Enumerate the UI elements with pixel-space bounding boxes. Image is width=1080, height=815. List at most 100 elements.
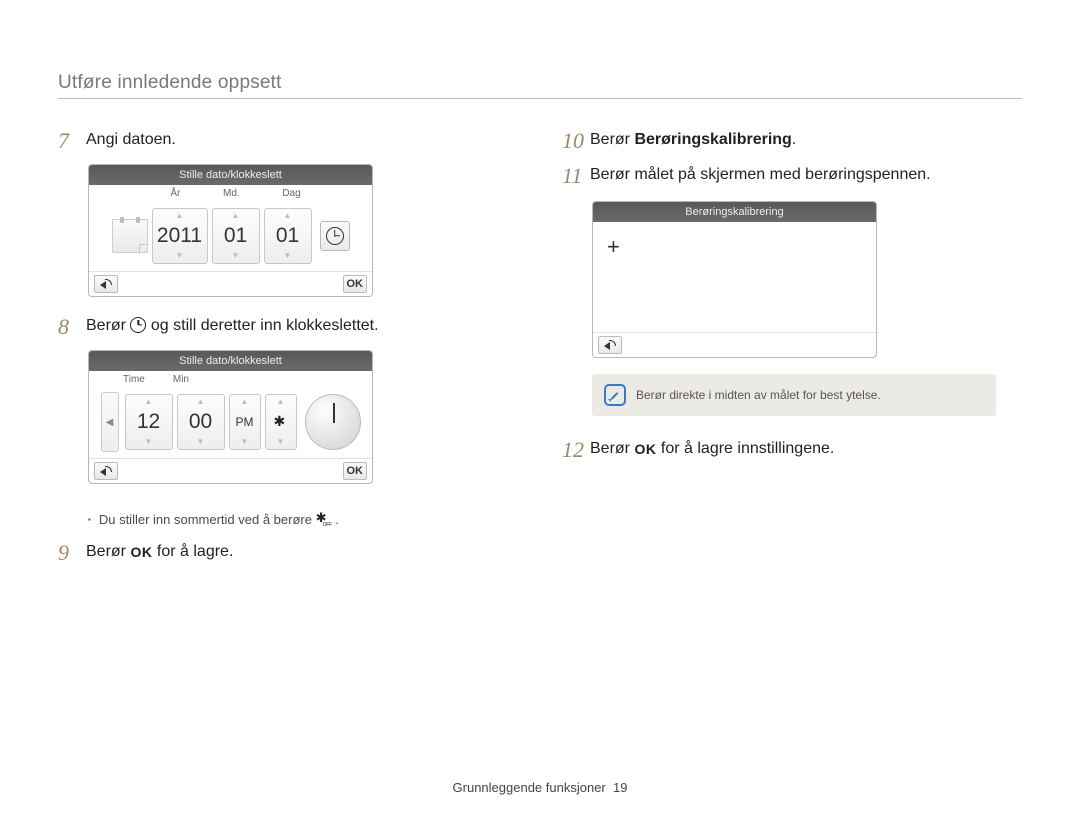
dst-flipper[interactable]: ▲ ▼: [265, 394, 297, 450]
tip-callout: Berør direkte i midten av målet for best…: [592, 374, 996, 416]
minute-flipper[interactable]: ▲ 00 ▼: [177, 394, 225, 450]
text-fragment: Berør: [86, 317, 130, 334]
down-arrow-icon[interactable]: ▼: [153, 252, 207, 260]
text-fragment: Berør: [590, 131, 634, 148]
device-time: Stille dato/klokkeslett Time Min ◀ ▲ 12 …: [88, 350, 373, 484]
up-arrow-icon[interactable]: ▲: [213, 212, 259, 220]
hour-flipper[interactable]: ▲ 12 ▼: [125, 394, 173, 450]
note-text: Du stiller inn sommertid ved å berøre: [99, 512, 316, 527]
step-number: 12: [562, 439, 590, 461]
clock-button[interactable]: [320, 221, 350, 251]
clock-dial[interactable]: [305, 394, 361, 450]
back-arrow-icon: [100, 466, 112, 476]
label-hour: Time: [123, 374, 145, 385]
minute-value: 00: [189, 410, 212, 434]
down-arrow-icon[interactable]: ▼: [126, 438, 172, 446]
calibration-area[interactable]: +: [593, 222, 876, 332]
back-button[interactable]: [94, 462, 118, 480]
dst-inline-icon: OFF: [316, 514, 332, 526]
step-text: Berør OK for å lagre.: [86, 541, 233, 563]
section-title: Utføre innledende oppsett: [58, 72, 1022, 99]
text-fragment: Berør: [86, 543, 130, 560]
footer-text: Grunnleggende funksjoner: [453, 780, 606, 795]
hour-value: 12: [137, 410, 160, 434]
bullet-icon: [88, 512, 99, 527]
content-columns: 7 Angi datoen. Stille dato/klokkeslett Å…: [58, 129, 1022, 576]
step-number: 11: [562, 165, 590, 187]
time-body: ◀ ▲ 12 ▼ ▲ 00 ▼ ▲ PM ▼: [89, 388, 372, 459]
up-arrow-icon[interactable]: ▲: [230, 398, 260, 406]
device-title: Stille dato/klokkeslett: [89, 351, 372, 371]
ampm-value: PM: [236, 415, 254, 429]
back-arrow-icon: [604, 340, 616, 350]
callout-text: Berør direkte i midten av målet for best…: [636, 388, 881, 402]
down-arrow-icon[interactable]: ▼: [213, 252, 259, 260]
ok-inline-icon: OK: [634, 438, 656, 460]
ok-inline-icon: OK: [130, 541, 152, 563]
step-8: 8 Berør og still deretter inn klokkeslet…: [58, 315, 518, 338]
step-text: Berør OK for å lagre innstillingene.: [590, 438, 834, 460]
down-arrow-icon[interactable]: ▼: [230, 438, 260, 446]
device-footer: OK: [89, 272, 372, 296]
up-arrow-icon[interactable]: ▲: [178, 398, 224, 406]
back-button[interactable]: [598, 336, 622, 354]
step-7: 7 Angi datoen.: [58, 129, 518, 152]
step-text: Berør målet på skjermen med berøringspen…: [590, 164, 931, 186]
dst-off-icon: [274, 415, 288, 429]
text-fragment: for å lagre.: [152, 543, 233, 560]
text-fragment: for å lagre innstillingene.: [656, 440, 834, 457]
up-arrow-icon[interactable]: ▲: [126, 398, 172, 406]
page-footer: Grunnleggende funksjoner 19: [0, 780, 1080, 795]
step-11: 11 Berør målet på skjermen med berørings…: [562, 164, 1022, 187]
step-text: Berør Berøringskalibrering.: [590, 129, 796, 151]
device-title: Stille dato/klokkeslett: [89, 165, 372, 185]
device-date: Stille dato/klokkeslett År Md. Dag ▲ 201…: [88, 164, 373, 297]
label-year: År: [170, 188, 180, 199]
text-fragment: Berør: [590, 440, 634, 457]
device-footer: OK: [89, 459, 372, 483]
step-number: 9: [58, 542, 86, 564]
clock-inline-icon: [130, 317, 146, 333]
scroll-left-button[interactable]: ◀: [101, 392, 119, 452]
clock-icon: [326, 227, 344, 245]
step-10: 10 Berør Berøringskalibrering.: [562, 129, 1022, 152]
ampm-flipper[interactable]: ▲ PM ▼: [229, 394, 261, 450]
time-column-labels: Time Min: [89, 371, 372, 388]
text-fragment: .: [792, 131, 796, 148]
day-value: 01: [276, 224, 299, 248]
back-button[interactable]: [94, 275, 118, 293]
step-text: Berør og still deretter inn klokkeslette…: [86, 315, 379, 337]
page: Utføre innledende oppsett 7 Angi datoen.…: [0, 0, 1080, 815]
label-day: Dag: [282, 188, 300, 199]
down-arrow-icon[interactable]: ▼: [266, 438, 296, 446]
text-fragment: og still deretter inn klokkeslettet.: [146, 317, 378, 334]
month-value: 01: [224, 224, 247, 248]
year-flipper[interactable]: ▲ 2011 ▼: [152, 208, 208, 264]
up-arrow-icon[interactable]: ▲: [153, 212, 207, 220]
date-body: ▲ 2011 ▼ ▲ 01 ▼ ▲ 01 ▼: [89, 202, 372, 272]
step-12: 12 Berør OK for å lagre innstillingene.: [562, 438, 1022, 461]
year-value: 2011: [157, 224, 202, 248]
step-9: 9 Berør OK for å lagre.: [58, 541, 518, 564]
step-number: 10: [562, 130, 590, 152]
step-number: 8: [58, 316, 86, 338]
left-column: 7 Angi datoen. Stille dato/klokkeslett Å…: [58, 129, 518, 576]
up-arrow-icon[interactable]: ▲: [265, 212, 311, 220]
dst-note: Du stiller inn sommertid ved å berøre OF…: [88, 512, 518, 527]
day-flipper[interactable]: ▲ 01 ▼: [264, 208, 312, 264]
ok-button[interactable]: OK: [343, 462, 368, 480]
month-flipper[interactable]: ▲ 01 ▼: [212, 208, 260, 264]
down-arrow-icon[interactable]: ▼: [265, 252, 311, 260]
device-title: Berøringskalibrering: [593, 202, 876, 222]
calendar-icon: [112, 219, 148, 253]
down-arrow-icon[interactable]: ▼: [178, 438, 224, 446]
note-icon: [604, 384, 626, 406]
label-month: Md.: [223, 188, 240, 199]
step-number: 7: [58, 130, 86, 152]
note-post: .: [332, 512, 339, 527]
up-arrow-icon[interactable]: ▲: [266, 398, 296, 406]
calibration-target-icon[interactable]: +: [607, 236, 620, 258]
ok-button[interactable]: OK: [343, 275, 368, 293]
bold-fragment: Berøringskalibrering: [634, 131, 791, 148]
date-column-labels: År Md. Dag: [89, 185, 372, 202]
